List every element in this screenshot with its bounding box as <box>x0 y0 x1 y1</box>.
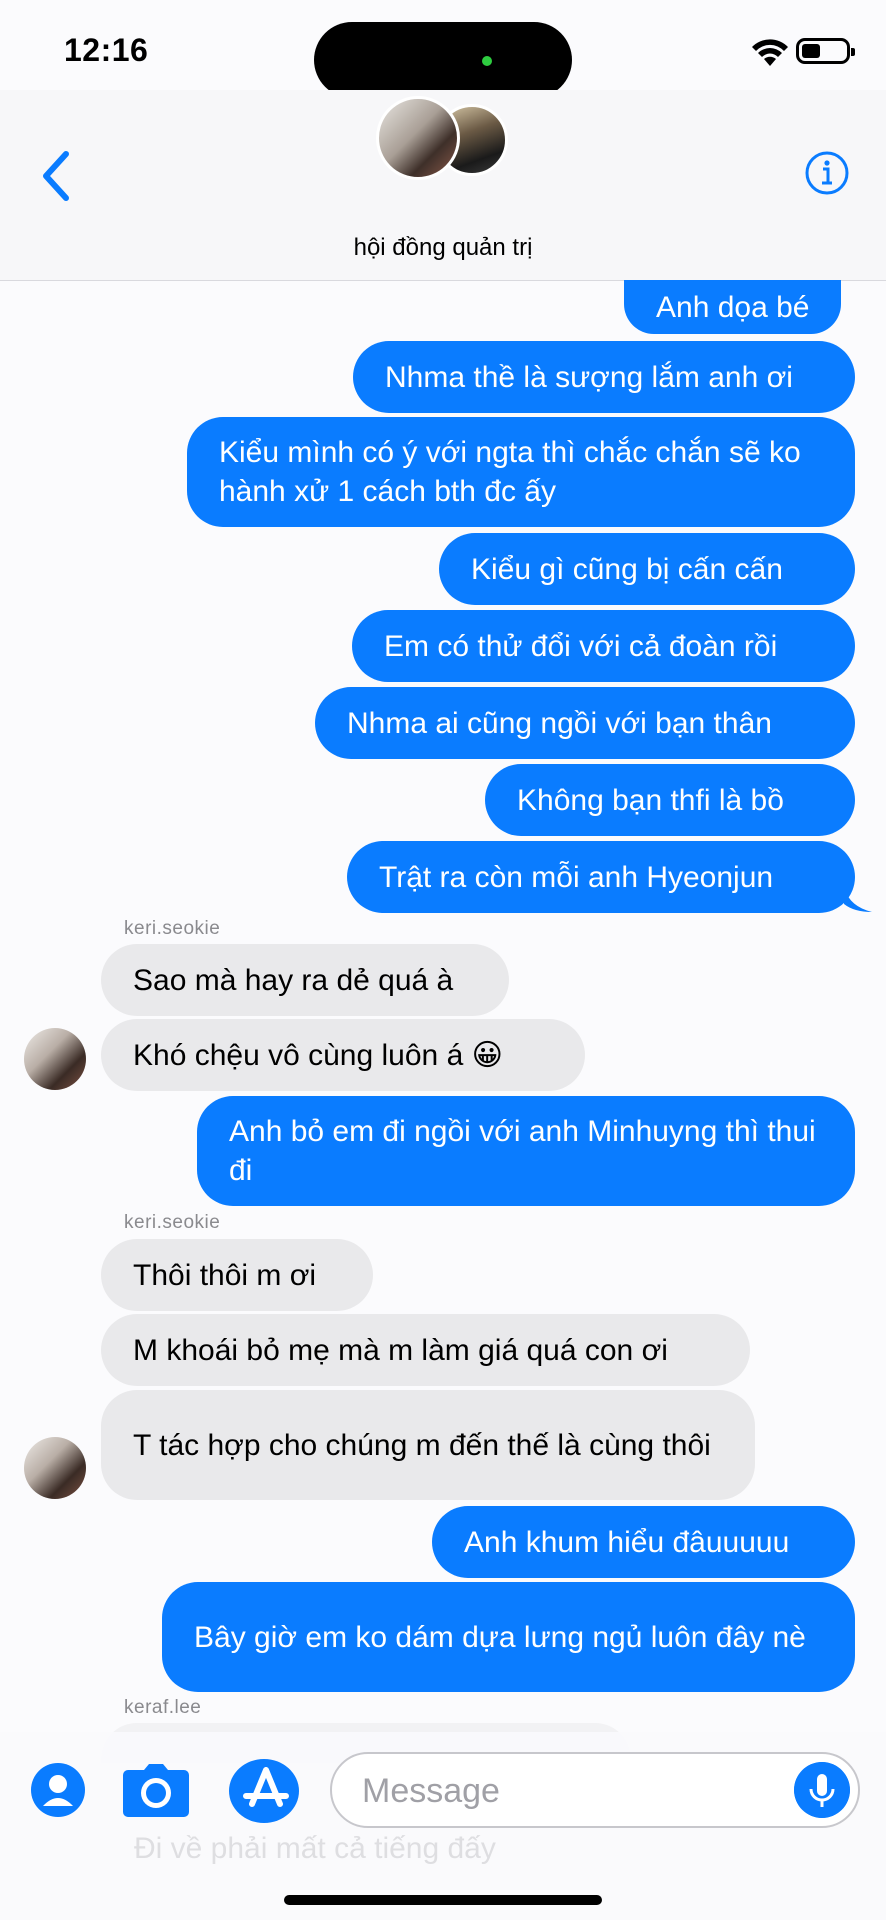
message-bubble-outgoing[interactable]: Trật ra còn mỗi anh Hyeonjun <box>347 841 855 913</box>
status-time: 12:16 <box>64 32 149 68</box>
message-bubble-outgoing[interactable]: Anh khum hiểu đâuuuuu <box>432 1506 855 1578</box>
message-placeholder: Message <box>362 1772 500 1810</box>
camera-icon[interactable] <box>122 1762 190 1818</box>
sender-avatar[interactable] <box>24 1028 86 1090</box>
member-avatar-1 <box>376 96 460 180</box>
status-bar: 12:16 <box>0 0 886 100</box>
battery-icon <box>796 38 855 64</box>
app-store-icon[interactable] <box>228 1758 300 1824</box>
message-bubble-incoming[interactable]: M khoái bỏ mẹ mà m làm giá quá con ơi <box>101 1314 750 1386</box>
sender-avatar[interactable] <box>24 1437 86 1499</box>
mic-icon[interactable] <box>794 1762 850 1818</box>
group-avatar[interactable] <box>376 96 510 180</box>
faded-message-text: Đi về phải mất cả tiếng đấy <box>134 1832 496 1865</box>
camera-indicator <box>482 56 492 66</box>
message-bubble-outgoing[interactable]: Kiểu gì cũng bị cấn cấn <box>439 533 855 605</box>
message-bubble-incoming[interactable]: Khó chệu vô cùng luôn á 😀 <box>101 1019 585 1091</box>
message-bubble-outgoing[interactable]: Anh bỏ em đi ngồi với anh Minhuyng thì t… <box>197 1096 855 1206</box>
message-bubble-incoming[interactable]: T tác hợp cho chúng m đến thế là cùng th… <box>101 1390 755 1500</box>
home-indicator[interactable] <box>284 1895 602 1905</box>
message-bubble-outgoing[interactable]: Bây giờ em ko dám dựa lưng ngủ luôn đây … <box>162 1582 855 1692</box>
group-name[interactable]: hội đồng quản trị <box>0 234 886 262</box>
info-icon[interactable] <box>804 150 850 196</box>
bubble-tail <box>844 886 872 912</box>
sender-name: keri.seokie <box>124 918 221 939</box>
message-bubble-outgoing[interactable]: Anh dọa bé <box>624 280 842 334</box>
message-bubble-incoming[interactable]: Thôi thôi m ơi <box>101 1239 373 1311</box>
message-bubble-outgoing[interactable]: Em có thử đổi với cả đoàn rồi <box>352 610 855 682</box>
dynamic-island <box>314 22 572 98</box>
sender-name: keraf.lee <box>124 1697 202 1718</box>
conversation-header: hội đồng quản trị <box>0 90 886 281</box>
compose-bar: Đi về phải mất cả tiếng đấy Message <box>0 1732 886 1920</box>
message-bubble-outgoing[interactable]: Nhma ai cũng ngồi với bạn thân <box>315 687 855 759</box>
message-bubble-outgoing[interactable]: Không bạn thfi là bồ <box>485 764 855 836</box>
back-chevron-icon[interactable] <box>36 146 76 206</box>
contact-icon[interactable] <box>30 1762 86 1818</box>
message-bubble-incoming[interactable]: Sao mà hay ra dẻ quá à <box>101 944 509 1016</box>
wifi-icon <box>752 39 788 66</box>
message-bubble-outgoing[interactable]: Kiểu mình có ý với ngta thì chắc chắn sẽ… <box>187 417 855 527</box>
message-input[interactable]: Message <box>330 1752 860 1828</box>
sender-name: keri.seokie <box>124 1212 221 1233</box>
message-bubble-outgoing[interactable]: Nhma thề là sượng lắm anh ơi <box>353 341 855 413</box>
